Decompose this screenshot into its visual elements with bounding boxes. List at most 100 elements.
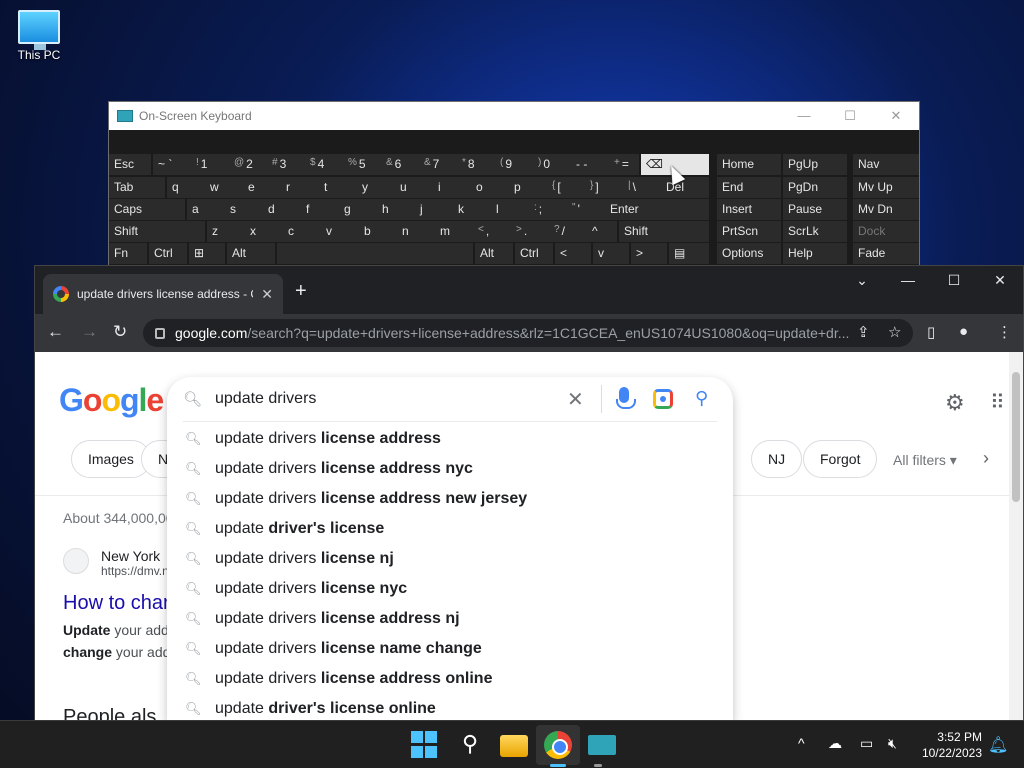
network-icon[interactable]: ▭ [860, 735, 873, 752]
osk-key[interactable]: * 8 [457, 154, 495, 175]
osk-key[interactable]: " ' [567, 199, 605, 220]
osk-nav-key[interactable]: End [717, 177, 781, 198]
osk-key[interactable]: Enter [605, 199, 709, 220]
osk-key[interactable]: Alt [475, 243, 513, 264]
suggestion-item[interactable]: 🔍︎ update driver's license online [167, 695, 733, 721]
osk-nav-key[interactable]: Options [717, 243, 781, 264]
osk-key[interactable]: c [283, 221, 321, 242]
osk-key[interactable]: Shift [109, 221, 205, 242]
osk-key[interactable]: k [453, 199, 491, 220]
osk-key[interactable]: :; [529, 199, 567, 220]
page-scrollbar[interactable] [1009, 352, 1023, 721]
osk-nav-key[interactable]: Home [717, 154, 781, 175]
tab-search-chevron-icon[interactable]: ⌄ [839, 266, 885, 296]
osk-nav-key[interactable]: Pause [783, 199, 847, 220]
osk-key[interactable]: m [435, 221, 473, 242]
search-input[interactable]: update drivers [215, 390, 316, 408]
osk-key[interactable]: | \ [623, 177, 661, 198]
osk-key[interactable]: <, [473, 221, 511, 242]
osk-key[interactable]: t [319, 177, 357, 198]
osk-key[interactable]: & 6 [381, 154, 419, 175]
suggestion-item[interactable]: 🔍︎ update drivers license address [167, 425, 733, 455]
osk-key[interactable]: ! 1 [191, 154, 229, 175]
osk-key[interactable]: @2 [229, 154, 267, 175]
osk-key[interactable]: d [263, 199, 301, 220]
suggestion-item[interactable]: 🔍︎ update drivers license nj [167, 545, 733, 575]
maximize-button[interactable]: ☐ [827, 108, 873, 124]
osk-key[interactable]: }] [585, 177, 623, 198]
osk-key[interactable]: >. [511, 221, 549, 242]
share-icon[interactable]: ⇪ [857, 323, 870, 341]
osk-key[interactable]: ? / [549, 221, 587, 242]
search-submit-icon[interactable]: ⚲ [695, 388, 708, 409]
scrollbar-thumb[interactable] [1012, 372, 1020, 502]
osk-key[interactable]: Esc [109, 154, 151, 175]
osk-key[interactable]: i [433, 177, 471, 198]
osk-key[interactable]: Ctrl [515, 243, 553, 264]
osk-key[interactable]: j [415, 199, 453, 220]
search-box[interactable]: 🔍︎ update drivers ✕ ⚲ [167, 377, 733, 421]
osk-nav-key[interactable]: PgUp [783, 154, 847, 175]
osk-key[interactable]: ^ [587, 221, 617, 242]
side-panel-icon[interactable]: ▯ [927, 323, 935, 341]
apps-grid-icon[interactable]: ⠿ [990, 390, 1005, 415]
osk-key[interactable]: g [339, 199, 377, 220]
osk-titlebar[interactable]: On-Screen Keyboard — ☐ ✕ [109, 102, 919, 130]
osk-key[interactable]: + = [609, 154, 639, 175]
osk-key[interactable]: Shift [619, 221, 709, 242]
osk-key[interactable]: {[ [547, 177, 585, 198]
filter-chip[interactable]: Forgot [803, 440, 878, 478]
osk-key[interactable]: l [491, 199, 529, 220]
back-button[interactable]: ← [47, 322, 64, 342]
osk-key[interactable]: Del [661, 177, 709, 198]
clear-search-icon[interactable]: ✕ [567, 387, 584, 412]
osk-key[interactable]: f [301, 199, 339, 220]
osk-key[interactable]: % 5 [343, 154, 381, 175]
suggestion-item[interactable]: 🔍︎ update drivers license address new jer… [167, 485, 733, 515]
reload-button[interactable]: ↻ [113, 322, 127, 342]
suggestion-item[interactable]: 🔍︎ update drivers license address nj [167, 605, 733, 635]
osk-nav-key[interactable]: Mv Dn [853, 199, 919, 220]
osk-nav-key[interactable]: PrtScn [717, 221, 781, 242]
osk-key[interactable]: z [207, 221, 245, 242]
osk-key[interactable]: o [471, 177, 509, 198]
osk-key[interactable]: ▤ [669, 243, 709, 264]
google-logo[interactable]: Google [59, 382, 164, 419]
profile-icon[interactable]: ● [959, 323, 968, 340]
osk-key[interactable]: e [243, 177, 281, 198]
osk-key[interactable]: r [281, 177, 319, 198]
osk-key[interactable]: p [509, 177, 547, 198]
osk-key[interactable]: u [395, 177, 433, 198]
osk-key[interactable]: x [245, 221, 283, 242]
volume-muted-icon[interactable]: 🔇︎ [888, 735, 897, 752]
suggestion-item[interactable]: 🔍︎ update drivers license name change [167, 635, 733, 665]
maximize-button[interactable]: ☐ [931, 266, 977, 296]
osk-key[interactable] [277, 243, 473, 264]
osk-key[interactable]: ~ ` [153, 154, 191, 175]
osk-key[interactable]: Ctrl [149, 243, 187, 264]
clock[interactable]: 3:52 PM 10/22/2023 [918, 729, 982, 761]
osk-nav-key[interactable]: Nav [853, 154, 919, 175]
osk-nav-key[interactable]: Insert [717, 199, 781, 220]
osk-nav-key[interactable]: Mv Up [853, 177, 919, 198]
osk-key[interactable]: Alt [227, 243, 275, 264]
osk-key[interactable]: y [357, 177, 395, 198]
start-windows-icon[interactable] [411, 731, 439, 759]
result-title-link[interactable]: How to char [63, 592, 170, 615]
osk-nav-key[interactable]: Help [783, 243, 847, 264]
osk-key[interactable]: v [593, 243, 629, 264]
google-lens-icon[interactable] [653, 389, 673, 409]
suggestion-item[interactable]: 🔍︎ update drivers license address nyc [167, 455, 733, 485]
osk-key[interactable]: w [205, 177, 243, 198]
microphone-icon[interactable] [616, 387, 636, 409]
filter-chip[interactable]: Images [71, 440, 151, 478]
osk-key[interactable]: ) 0 [533, 154, 571, 175]
suggestion-item[interactable]: 🔍︎ update drivers license nyc [167, 575, 733, 605]
chevron-right-icon[interactable]: › [983, 448, 989, 469]
onedrive-icon[interactable]: ☁ [828, 735, 842, 752]
settings-gear-icon[interactable]: ⚙ [945, 390, 965, 416]
suggestion-item[interactable]: 🔍︎ update driver's license [167, 515, 733, 545]
osk-key[interactable]: b [359, 221, 397, 242]
osk-nav-key[interactable]: PgDn [783, 177, 847, 198]
osk-key[interactable]: q [167, 177, 205, 198]
